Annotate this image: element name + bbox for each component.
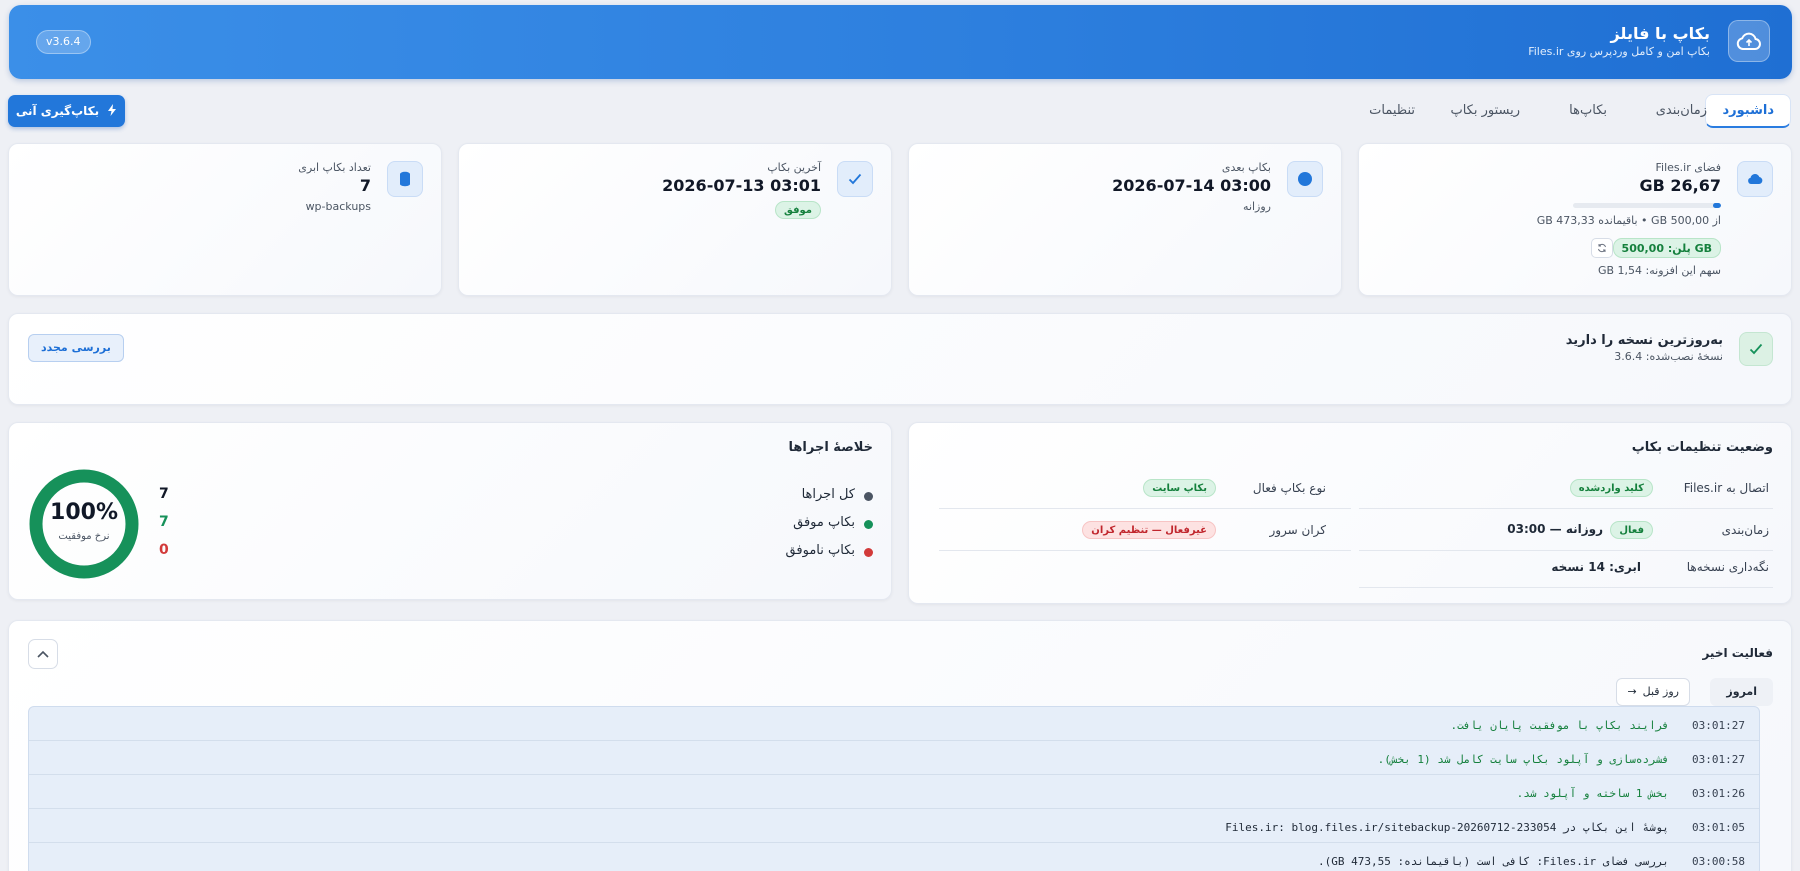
log-time: 03:00:58	[1692, 855, 1745, 868]
success-rate-label: نرخ موفقیت	[58, 531, 110, 542]
settings-status-card: وضعیت تنظیمات بکاپ اتصال به Files.ir کلی…	[908, 422, 1792, 604]
today-tab[interactable]: امروز	[1710, 678, 1773, 706]
check-icon	[837, 161, 873, 197]
last-backup-card: آخرین بکاپ 2026-07-13 03:01 موفق	[458, 143, 892, 296]
cloud-folder: wp-backups	[305, 200, 371, 213]
cron-label: کران سرور	[1269, 523, 1326, 537]
tab-dashboard[interactable]: داشبورد	[1705, 94, 1791, 128]
success-value: 7	[159, 514, 169, 530]
backup-type-badge: بکاپ سایت	[1143, 479, 1216, 497]
total-label: کل اجراها	[801, 487, 855, 502]
cloud-count-value: 7	[359, 176, 371, 195]
update-title: به‌روزترین نسخه را دارید	[1565, 333, 1723, 348]
log-row: 03:01:27 فرایند بکاپ با موفقیت پایان یافت…	[29, 707, 1759, 741]
next-backup-label: بکاپ بعدی	[1221, 161, 1271, 174]
log-message: فرایند بکاپ با موفقیت پایان یافت.	[1450, 719, 1669, 732]
log-time: 03:01:05	[1692, 821, 1745, 834]
success-label: بکاپ موفق	[793, 515, 855, 530]
log-message: بررسی فضای Files.ir: کافی است (باقیمانده…	[1317, 855, 1669, 868]
log-row: 03:01:27 فشرده‌سازی و آپلود بکاپ سایت کام…	[29, 741, 1759, 775]
divider	[1359, 508, 1773, 509]
failed-dot	[864, 548, 873, 557]
tab-settings[interactable]: تنظیمات	[1369, 96, 1415, 126]
total-value: 7	[159, 486, 169, 502]
instant-backup-button[interactable]: بکاپ‌گیری آنی	[8, 95, 125, 127]
database-icon	[387, 161, 423, 197]
instant-backup-label: بکاپ‌گیری آنی	[15, 104, 100, 118]
tab-restore[interactable]: ریستور بکاپ	[1450, 96, 1520, 126]
summary-card: خلاصهٔ اجراها کل اجراها بکاپ موفق بکاپ ن…	[8, 422, 892, 600]
divider	[939, 508, 1351, 509]
cloud-count-label: تعداد بکاپ ابری	[298, 161, 371, 174]
quota-label: فضای Files.ir	[1655, 161, 1721, 174]
plan-badge: پلن: 500,00 GB	[1612, 238, 1721, 258]
app-subtitle: بکاپ امن و کامل وردپرس روی Files.ir	[1528, 45, 1710, 58]
log-row: 03:00:58 بررسی فضای Files.ir: کافی است (ب…	[29, 843, 1759, 871]
version-badge: v3.6.4	[36, 30, 91, 54]
check-icon	[1739, 332, 1773, 366]
quota-progress-fill	[1713, 203, 1721, 208]
quota-detail: از 500,00 GB • باقیمانده 473,33 GB	[1536, 214, 1721, 227]
next-backup-value: 2026-07-14 03:00	[1112, 176, 1271, 195]
divider	[939, 550, 1351, 551]
tab-backups[interactable]: بکاپ‌ها	[1569, 96, 1607, 126]
log-time: 03:01:27	[1692, 719, 1745, 732]
retention-value: ابری: 14 نسخه	[1551, 560, 1641, 574]
chevron-up-icon	[37, 647, 49, 662]
refresh-icon[interactable]	[1591, 238, 1613, 258]
cron-badge[interactable]: غیرفعال — تنظیم کران	[1082, 521, 1216, 539]
success-rate-value: 100%	[50, 500, 118, 525]
plugin-share: سهم این افزونه: 1,54 GB	[1597, 264, 1721, 277]
failed-label: بکاپ ناموفق	[785, 543, 855, 558]
success-dot	[864, 520, 873, 529]
settings-status-title: وضعیت تنظیمات بکاپ	[1631, 440, 1773, 455]
next-backup-frequency: روزانه	[1243, 200, 1271, 213]
previous-day-button[interactable]: روز قبل →	[1616, 678, 1690, 706]
connection-badge: کلید واردشده	[1569, 479, 1653, 497]
log-message: بخش 1 ساخته و آپلود شد.	[1516, 787, 1669, 800]
app-title: بکاپ با فایلز	[1610, 24, 1710, 43]
schedule-value: روزانه — 03:00	[1507, 522, 1603, 536]
activity-log: 03:01:27 فرایند بکاپ با موفقیت پایان یافت…	[28, 706, 1760, 871]
total-dot	[864, 492, 873, 501]
schedule-label: زمان‌بندی	[1721, 523, 1769, 537]
retention-label: نگه‌داری نسخه‌ها	[1686, 560, 1769, 574]
quota-progress-bar	[1573, 203, 1721, 208]
divider	[1359, 587, 1773, 588]
connection-label: اتصال به Files.ir	[1683, 481, 1769, 495]
quota-card: فضای Files.ir 26,67 GB از 500,00 GB • با…	[1358, 143, 1792, 296]
log-time: 03:01:26	[1692, 787, 1745, 800]
installed-version: نسخهٔ نصب‌شده: 3.6.4	[1614, 350, 1723, 363]
last-backup-label: آخرین بکاپ	[767, 161, 821, 174]
failed-value: 0	[159, 542, 169, 558]
activity-title: فعالیت اخیر	[1702, 646, 1773, 660]
lightning-icon	[107, 103, 117, 119]
log-row: 03:01:05 پوشهٔ این بکاپ در Files.ir: blog…	[29, 809, 1759, 843]
log-message: پوشهٔ این بکاپ در Files.ir: blog.files.i…	[1225, 821, 1669, 834]
log-message: فشرده‌سازی و آپلود بکاپ سایت کامل شد (1 …	[1377, 753, 1669, 766]
cloud-count-card: تعداد بکاپ ابری 7 wp-backups	[8, 143, 442, 296]
app-header: بکاپ با فایلز بکاپ امن و کامل وردپرس روی…	[9, 5, 1792, 79]
dot-icon	[1287, 161, 1323, 197]
success-rate-ring: 100% نرخ موفقیت	[28, 468, 140, 580]
schedule-active-badge: فعال	[1610, 521, 1653, 539]
arrow-right-icon: →	[1627, 685, 1637, 698]
next-backup-card: بکاپ بعدی 2026-07-14 03:00 روزانه	[908, 143, 1342, 296]
last-backup-status: موفق	[774, 201, 821, 219]
tab-schedule[interactable]: زمان‌بندی	[1656, 96, 1707, 126]
recheck-button[interactable]: بررسی مجدد	[28, 334, 124, 362]
update-card: به‌روزترین نسخه را دارید نسخهٔ نصب‌شده: …	[8, 313, 1792, 405]
cloud-icon	[1728, 20, 1770, 62]
divider	[1359, 550, 1773, 551]
log-time: 03:01:27	[1692, 753, 1745, 766]
backup-type-label: نوع بکاپ فعال	[1252, 481, 1326, 495]
log-row: 03:01:26 بخش 1 ساخته و آپلود شد.	[29, 775, 1759, 809]
quota-value: 26,67 GB	[1639, 176, 1721, 195]
collapse-button[interactable]	[28, 639, 58, 669]
summary-title: خلاصهٔ اجراها	[788, 440, 873, 455]
last-backup-value: 2026-07-13 03:01	[662, 176, 821, 195]
cloud-small-icon	[1737, 161, 1773, 197]
